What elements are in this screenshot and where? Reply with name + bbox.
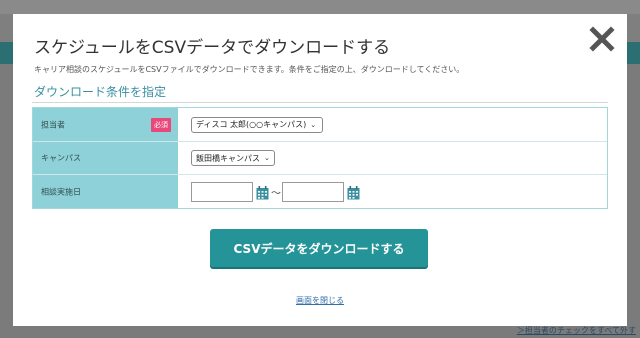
staff-select-value: ディスコ 太郎(○○キャンパス) xyxy=(196,120,307,129)
date-range-separator: 〜 xyxy=(271,188,281,199)
close-modal-link[interactable]: 画面を閉じる xyxy=(13,295,627,306)
label-cell-campus: キャンパス xyxy=(33,142,178,174)
modal-description: キャリア相談のスケジュールをCSVファイルでダウンロードできます。条件をご指定の… xyxy=(34,65,465,74)
required-badge: 必須 xyxy=(151,117,171,132)
form-row-staff: 担当者 必須 ディスコ 太郎(○○キャンパス) ⌄ xyxy=(33,108,607,142)
date-to-input[interactable] xyxy=(282,181,344,202)
form-row-date: 相談実施日 〜 xyxy=(33,175,607,208)
campus-select-value: 飯田橋キャンパス xyxy=(196,153,260,163)
chevron-down-icon: ⌄ xyxy=(264,154,270,162)
campus-select[interactable]: 飯田橋キャンパス ⌄ xyxy=(191,150,275,166)
value-cell-date: 〜 xyxy=(178,175,607,208)
chevron-down-icon: ⌄ xyxy=(310,120,317,129)
modal-title: スケジュールをCSVデータでダウンロードする xyxy=(34,38,391,58)
date-label: 相談実施日 xyxy=(41,187,81,196)
staff-label: 担当者 xyxy=(41,120,65,129)
staff-select[interactable]: ディスコ 太郎(○○キャンパス) ⌄ xyxy=(191,116,323,133)
csv-download-modal: スケジュールをCSVデータでダウンロードする キャリア相談のスケジュールをCSV… xyxy=(13,14,627,326)
value-cell-staff: ディスコ 太郎(○○キャンパス) ⌄ xyxy=(178,108,607,141)
label-cell-date: 相談実施日 xyxy=(33,175,178,208)
background-header xyxy=(0,0,640,14)
date-from-input[interactable] xyxy=(191,181,253,202)
calendar-icon[interactable] xyxy=(347,185,360,199)
calendar-icon[interactable] xyxy=(256,185,269,199)
close-icon[interactable] xyxy=(589,26,615,52)
campus-label: キャンパス xyxy=(41,153,81,163)
section-divider xyxy=(32,102,608,103)
csv-download-button[interactable]: CSVデータをダウンロードする xyxy=(210,229,428,267)
uncheck-all-staff-link[interactable]: ＞担当者のチェックをすべて外す xyxy=(517,325,636,336)
value-cell-campus: 飯田橋キャンパス ⌄ xyxy=(178,142,607,174)
label-cell-staff: 担当者 必須 xyxy=(33,108,178,141)
form-row-campus: キャンパス 飯田橋キャンパス ⌄ xyxy=(33,142,607,175)
download-conditions-form: 担当者 必須 ディスコ 太郎(○○キャンパス) ⌄ キャンパス 飯田橋キャンパス… xyxy=(32,107,608,209)
section-title: ダウンロード条件を指定 xyxy=(34,85,167,99)
